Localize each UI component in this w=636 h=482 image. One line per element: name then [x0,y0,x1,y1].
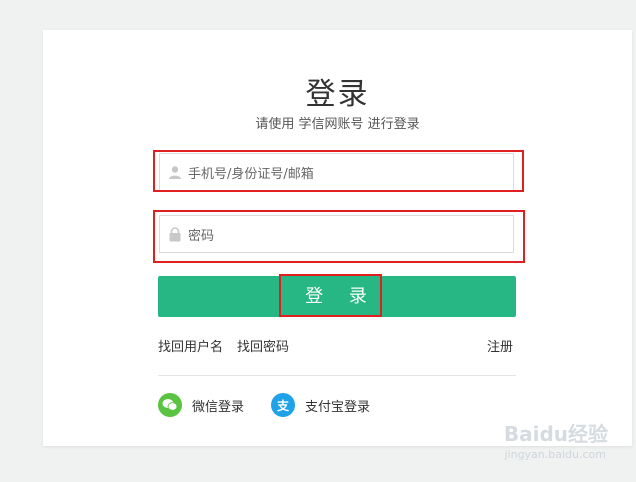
alipay-login-link[interactable]: 支 支付宝登录 [271,393,370,417]
page-title: 登录 [305,77,370,112]
alipay-login-label: 支付宝登录 [305,399,371,415]
divider [158,375,516,376]
user-icon [169,166,181,179]
phone-id-email-input[interactable]: 手机号/身份证号/邮箱 [159,153,514,191]
phone-input-placeholder: 手机号/身份证号/邮箱 [188,166,314,182]
wechat-login-link[interactable]: 微信登录 [158,393,244,417]
wechat-icon [158,393,182,417]
register-link[interactable]: 注册 [487,336,513,355]
baidu-watermark-url: jingyan.baidu.com [504,448,606,461]
alipay-icon: 支 [271,393,295,417]
find-username-link[interactable]: 找回用户名 [158,336,223,355]
login-button[interactable]: 登 录 [158,276,516,317]
alipay-icon-glyph: 支 [276,398,289,413]
lock-icon [169,226,181,241]
password-input-placeholder: 密码 [188,228,215,244]
login-card: 登录 请使用 学信网账号 进行登录 手机号/身份证号/邮箱 密码 登 录 找回用… [43,30,632,446]
login-subtitle: 请使用 学信网账号 进行登录 [255,117,420,132]
password-input[interactable]: 密码 [159,215,514,253]
wechat-login-label: 微信登录 [192,399,245,415]
find-password-link[interactable]: 找回密码 [237,336,289,355]
baidu-watermark: Baidu经验 [503,422,608,446]
